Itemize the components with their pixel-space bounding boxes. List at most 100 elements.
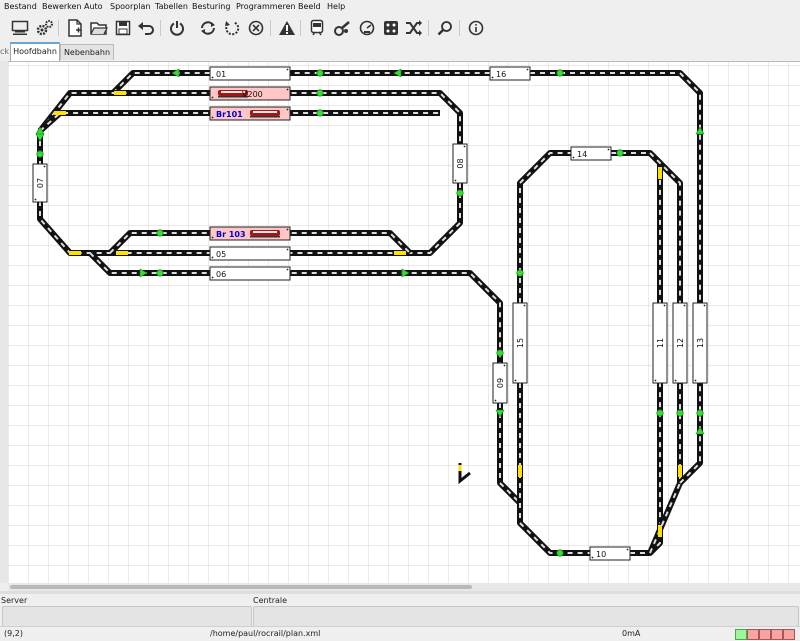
block-corner-dot: [286, 68, 289, 71]
monitor-icon[interactable]: [10, 18, 30, 38]
block-label: 08: [456, 158, 465, 168]
block-br101[interactable]: Br101: [209, 106, 291, 121]
toolbar-separator: [428, 20, 429, 36]
block-corner-dot: [514, 379, 517, 382]
block-v200[interactable]: V200: [209, 86, 291, 101]
menu-auto[interactable]: Auto: [84, 2, 103, 11]
track-plan-canvas[interactable]: 10 11 12 13 14 15 16 01 V200 Br101 Br 103 05 06 07 08 0…: [8, 61, 800, 584]
sensor-indicator[interactable]: [316, 89, 324, 97]
power-icon[interactable]: [167, 18, 187, 38]
block-label: Br101: [216, 110, 243, 119]
sensor-indicator[interactable]: [696, 409, 704, 417]
block-08[interactable]: 08: [452, 143, 468, 184]
block-15[interactable]: 15: [512, 302, 528, 384]
block-label: 10: [596, 550, 606, 559]
server-panel[interactable]: [2, 606, 252, 627]
block-corner-dot: [286, 108, 289, 111]
sensor-indicator[interactable]: [36, 150, 44, 158]
block-corner-dot: [663, 304, 666, 307]
sensor-indicator[interactable]: [656, 409, 664, 417]
block-label: 07: [36, 178, 45, 188]
block-label: V200: [242, 90, 263, 99]
sensor-indicator[interactable]: [556, 69, 564, 77]
block-corner-dot: [494, 399, 497, 402]
scrollbar-thumb[interactable]: [10, 585, 472, 589]
loco-throttle-icon[interactable]: [332, 18, 352, 38]
signal-indicator: [116, 251, 128, 255]
block-label: 06: [216, 270, 226, 279]
status-led-red: [771, 629, 783, 640]
block-01[interactable]: 01: [209, 66, 291, 81]
horizontal-scrollbar[interactable]: [8, 583, 800, 591]
block-corner-dot: [654, 379, 657, 382]
block-corner-dot: [211, 276, 214, 279]
signal-indicator: [658, 525, 662, 537]
menu-beeld[interactable]: Beeld: [298, 2, 321, 11]
block-10[interactable]: 10: [589, 546, 631, 561]
dice-icon[interactable]: [381, 18, 401, 38]
sensor-indicator[interactable]: [456, 189, 464, 197]
block-br103[interactable]: Br 103: [209, 226, 291, 241]
sensor-indicator[interactable]: [556, 549, 564, 557]
block-corner-dot: [683, 304, 686, 307]
block-label: 09: [496, 378, 505, 388]
sensor-indicator[interactable]: [316, 69, 324, 77]
sensor-indicator[interactable]: [316, 109, 324, 117]
menu-bestand[interactable]: Bestand: [4, 2, 37, 11]
rotate-icon[interactable]: [222, 18, 242, 38]
sensor-indicator[interactable]: [156, 229, 164, 237]
signal-indicator: [54, 111, 66, 115]
sync-icon[interactable]: [198, 18, 218, 38]
sensor-indicator[interactable]: [676, 409, 684, 417]
menu-tabellen[interactable]: Tabellen: [155, 2, 188, 11]
block-corner-dot: [286, 268, 289, 271]
info-icon[interactable]: [466, 18, 486, 38]
block-11[interactable]: 11: [652, 302, 668, 384]
locomotive-icon-bogie: [250, 236, 280, 238]
cursor-coordinates: (9,2): [4, 629, 23, 638]
sensor-indicator[interactable]: [156, 269, 164, 277]
bottom-panels: Server Centrale: [0, 594, 800, 627]
block-06[interactable]: 06: [209, 266, 291, 281]
open-folder-icon[interactable]: [89, 18, 109, 38]
gears-icon[interactable]: [35, 18, 55, 38]
block-16[interactable]: 16: [489, 66, 531, 81]
menu-help[interactable]: Help: [327, 2, 345, 11]
block-label: 01: [216, 70, 226, 79]
block-05[interactable]: 05: [209, 246, 291, 261]
new-file-icon[interactable]: [65, 18, 85, 38]
locomotive-icon-stripe: [253, 111, 277, 113]
shuffle-icon[interactable]: [404, 18, 424, 38]
sensor-indicator[interactable]: [496, 349, 504, 357]
switch-state-indicator: [458, 465, 462, 471]
block-corner-dot: [607, 148, 610, 151]
block-13[interactable]: 13: [692, 302, 708, 384]
train-icon[interactable]: [307, 18, 327, 38]
gauge-icon[interactable]: [357, 18, 377, 38]
save-icon[interactable]: [113, 18, 133, 38]
status-led-red: [747, 629, 759, 640]
block-corner-dot: [591, 556, 594, 559]
block-12[interactable]: 12: [672, 302, 688, 384]
block-14[interactable]: 14: [570, 146, 612, 161]
warning-icon[interactable]: [277, 18, 297, 38]
menu-bewerken[interactable]: Bewerken: [42, 2, 82, 11]
block-09[interactable]: 09: [492, 362, 508, 404]
menu-spoorplan[interactable]: Spoorplan: [110, 2, 151, 11]
block-label: 15: [516, 338, 525, 348]
menu-besturing[interactable]: Besturing: [192, 2, 230, 11]
undo-icon[interactable]: [136, 18, 156, 38]
menu-programmeren[interactable]: Programmeren: [236, 2, 296, 11]
search-icon[interactable]: [435, 18, 455, 38]
block-corner-dot: [503, 364, 506, 367]
tab-nebenbahn[interactable]: Nebenbahn: [60, 44, 114, 60]
status-bar: (9,2) /home/paul/rocrail/plan.xml 0mA: [0, 626, 800, 641]
block-corner-dot: [523, 304, 526, 307]
sensor-indicator[interactable]: [516, 269, 524, 277]
cancel-icon[interactable]: [246, 18, 266, 38]
tab-hoofdbahn[interactable]: Hoofdbahn: [10, 42, 60, 61]
toolbar-separator: [459, 20, 460, 36]
sensor-indicator[interactable]: [616, 149, 624, 157]
block-07[interactable]: 07: [32, 163, 48, 203]
centrale-panel[interactable]: [253, 606, 799, 627]
